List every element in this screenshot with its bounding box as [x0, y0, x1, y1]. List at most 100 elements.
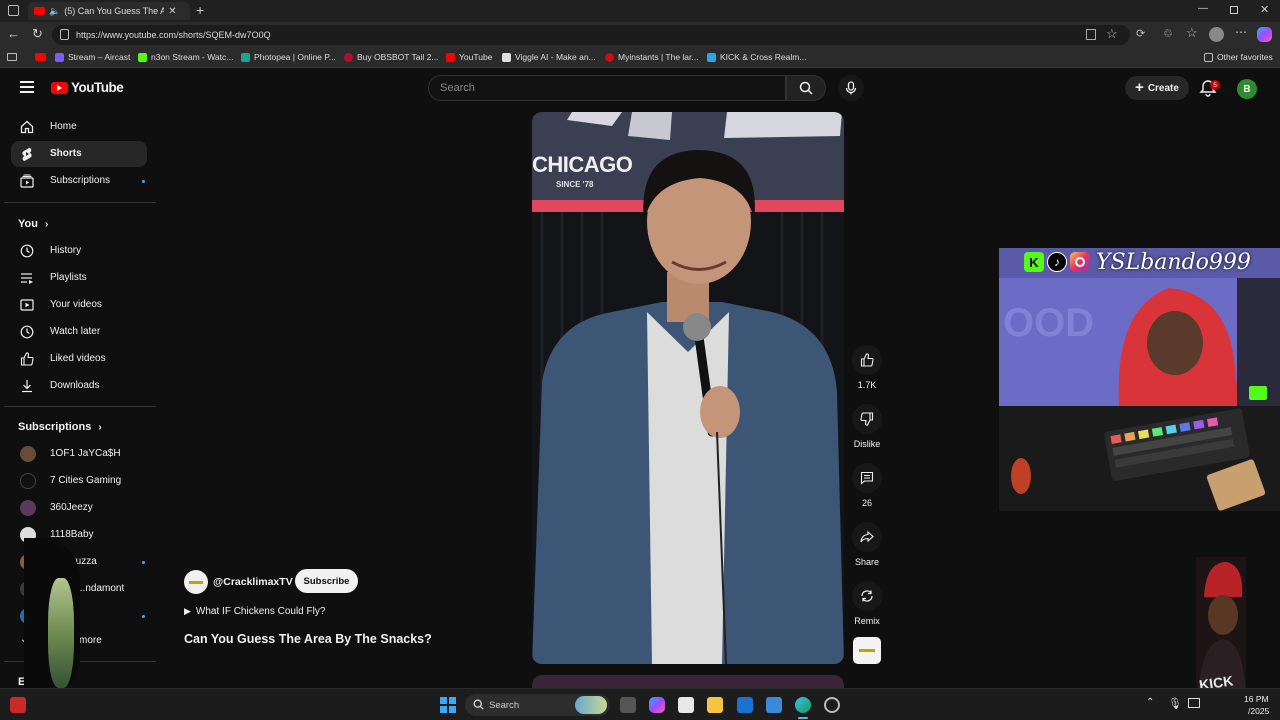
extra-app-icon[interactable] — [824, 697, 840, 713]
watch-later-icon — [20, 325, 34, 339]
sidebar-subscription-item[interactable]: 360Jeezy — [11, 495, 147, 521]
clock-time[interactable]: 16 PM — [1244, 694, 1269, 704]
refresh-icon[interactable]: ↻ — [32, 26, 43, 42]
windows-start-icon[interactable] — [440, 697, 456, 713]
hamburger-menu-icon[interactable] — [20, 81, 34, 93]
favorite-star-icon[interactable]: ☆ — [1106, 26, 1118, 42]
voice-search-button[interactable] — [838, 75, 864, 101]
dislike-button-circle — [852, 404, 882, 434]
youtube-bookmark-icon[interactable] — [35, 53, 46, 61]
channel-avatar[interactable] — [184, 570, 208, 594]
bookmark-item[interactable]: Buy OBSBOT Tail 2... — [344, 52, 438, 62]
copilot-icon[interactable] — [1257, 27, 1272, 42]
search-input[interactable]: Search — [428, 75, 786, 101]
file-explorer-icon[interactable] — [707, 697, 723, 713]
active-app-indicator — [798, 717, 808, 719]
channel-handle[interactable]: @CracklimaxTV — [213, 576, 293, 588]
dislike-button[interactable]: Dislike — [852, 404, 882, 449]
back-icon[interactable]: ← — [7, 26, 20, 41]
speaker-icon[interactable]: 🔈 — [49, 6, 60, 17]
bookmark-item[interactable]: YouTube — [446, 52, 492, 62]
favorites-icon[interactable]: ☆ — [1186, 25, 1198, 41]
backdrop-sign-text: CHICAGO — [532, 152, 633, 177]
close-window-icon[interactable]: ✕ — [1260, 3, 1269, 16]
browser-essentials-icon[interactable]: ♲ — [1163, 27, 1173, 40]
share-button[interactable]: Share — [852, 522, 882, 567]
minimize-icon[interactable]: — — [1198, 3, 1208, 14]
history-icon — [20, 244, 34, 258]
taskbar-app-icon[interactable] — [10, 697, 26, 713]
youtube-logo[interactable]: YouTube — [51, 80, 124, 95]
notification-badge: 5 — [1210, 80, 1220, 90]
maximize-icon[interactable] — [1230, 6, 1238, 14]
close-tab-icon[interactable]: ✕ — [168, 6, 176, 17]
subscriptions-section-header[interactable]: Subscriptions › — [18, 421, 102, 433]
sidebar-item-playlists[interactable]: Playlists — [11, 265, 147, 291]
like-button[interactable]: 1.7K — [852, 345, 882, 390]
sidebar-subscription-item[interactable]: 1OF1 JaYCa$H — [11, 441, 147, 467]
bookmark-item[interactable]: Myinstants | The lar... — [605, 52, 698, 62]
more-options-icon[interactable]: ⋯ — [1235, 25, 1247, 39]
short-title: Can You Guess The Area By The Snacks? — [184, 632, 432, 646]
subscribe-button[interactable]: Subscribe — [295, 569, 358, 593]
short-song-link[interactable]: ▶ What IF Chickens Could Fly? — [184, 606, 325, 617]
new-content-dot — [142, 615, 145, 618]
edge-browser-icon[interactable] — [795, 697, 811, 713]
browser-tab[interactable]: 🔈 (5) Can You Guess The Area ✕ — [28, 2, 190, 20]
channel-avatar — [20, 473, 36, 489]
account-avatar[interactable]: B — [1237, 79, 1257, 99]
create-button[interactable]: + Create — [1125, 76, 1189, 100]
new-tab-icon[interactable]: + — [196, 2, 204, 18]
bookmark-item[interactable]: Photopea | Online P... — [241, 52, 336, 62]
share-button-circle — [852, 522, 882, 552]
microsoft-store-icon[interactable] — [678, 697, 694, 713]
bookmark-item[interactable]: n3on Stream - Watc... — [138, 52, 233, 62]
sidebar-item-subscriptions[interactable]: Subscriptions — [11, 168, 147, 194]
clock-date[interactable]: /2025 — [1248, 706, 1269, 716]
task-view-icon[interactable] — [620, 697, 636, 713]
taskbar-search[interactable]: Search — [465, 694, 610, 716]
copilot-taskbar-icon[interactable] — [649, 697, 665, 713]
sidebar-item-liked-videos[interactable]: Liked videos — [11, 346, 147, 372]
browser-tab-bar: 🔈 (5) Can You Guess The Area ✕ + — ✕ — [0, 0, 1280, 22]
bookmark-item[interactable]: Stream – Aircast — [55, 52, 130, 62]
url-field[interactable]: https://www.youtube.com/shorts/SQEM-dw7O… — [52, 25, 1130, 45]
photos-icon[interactable] — [766, 697, 782, 713]
sidebar-item-shorts[interactable]: Shorts — [11, 141, 147, 167]
outlook-icon[interactable] — [737, 697, 753, 713]
reader-view-icon[interactable] — [1086, 29, 1096, 40]
you-section-header[interactable]: You › — [18, 218, 48, 230]
reading-list-icon[interactable] — [7, 53, 17, 61]
sidebar-item-your-videos[interactable]: Your videos — [11, 292, 147, 318]
comments-button[interactable]: 26 — [852, 463, 882, 508]
sidebar-item-watch-later[interactable]: Watch later — [11, 319, 147, 345]
chevron-right-icon: › — [45, 219, 49, 230]
microphone-tray-icon[interactable]: 🎙 — [1168, 697, 1182, 710]
thumbs-down-icon — [860, 412, 874, 426]
sidebar-item-downloads[interactable]: Downloads — [11, 373, 147, 399]
sidebar-item-home[interactable]: Home — [11, 114, 147, 140]
bookmark-item[interactable]: Viggle AI - Make an... — [502, 52, 596, 62]
search-icon — [473, 699, 484, 710]
sidebar-item-history[interactable]: History — [11, 238, 147, 264]
kick-icon: K — [1024, 252, 1044, 272]
extensions-icon[interactable]: ⟳ — [1136, 27, 1145, 40]
other-favorites[interactable]: Other favorites — [1204, 52, 1273, 62]
bookmark-favicon-icon — [707, 52, 716, 62]
search-button[interactable] — [786, 75, 826, 101]
audio-source-thumbnail[interactable] — [853, 637, 881, 664]
site-info-icon[interactable] — [60, 29, 69, 40]
comments-button-circle — [852, 463, 882, 493]
remix-button[interactable]: Remix — [852, 581, 882, 626]
chevron-up-icon[interactable]: ⌃ — [1146, 697, 1154, 708]
remix-button-circle — [852, 581, 882, 611]
svg-text:OOD: OOD — [1003, 301, 1094, 345]
window-menu-icon[interactable] — [8, 5, 19, 16]
bookmark-item[interactable]: KICK & Cross Realm... — [707, 52, 806, 62]
profile-icon[interactable] — [1209, 27, 1224, 42]
sidebar-divider — [4, 202, 156, 203]
network-icon[interactable] — [1188, 698, 1200, 708]
short-video-player[interactable]: CHICAGO SINCE '78 — [532, 112, 844, 664]
sidebar-subscription-item[interactable]: 7 Cities Gaming — [11, 468, 147, 494]
plus-icon: + — [1135, 79, 1144, 96]
